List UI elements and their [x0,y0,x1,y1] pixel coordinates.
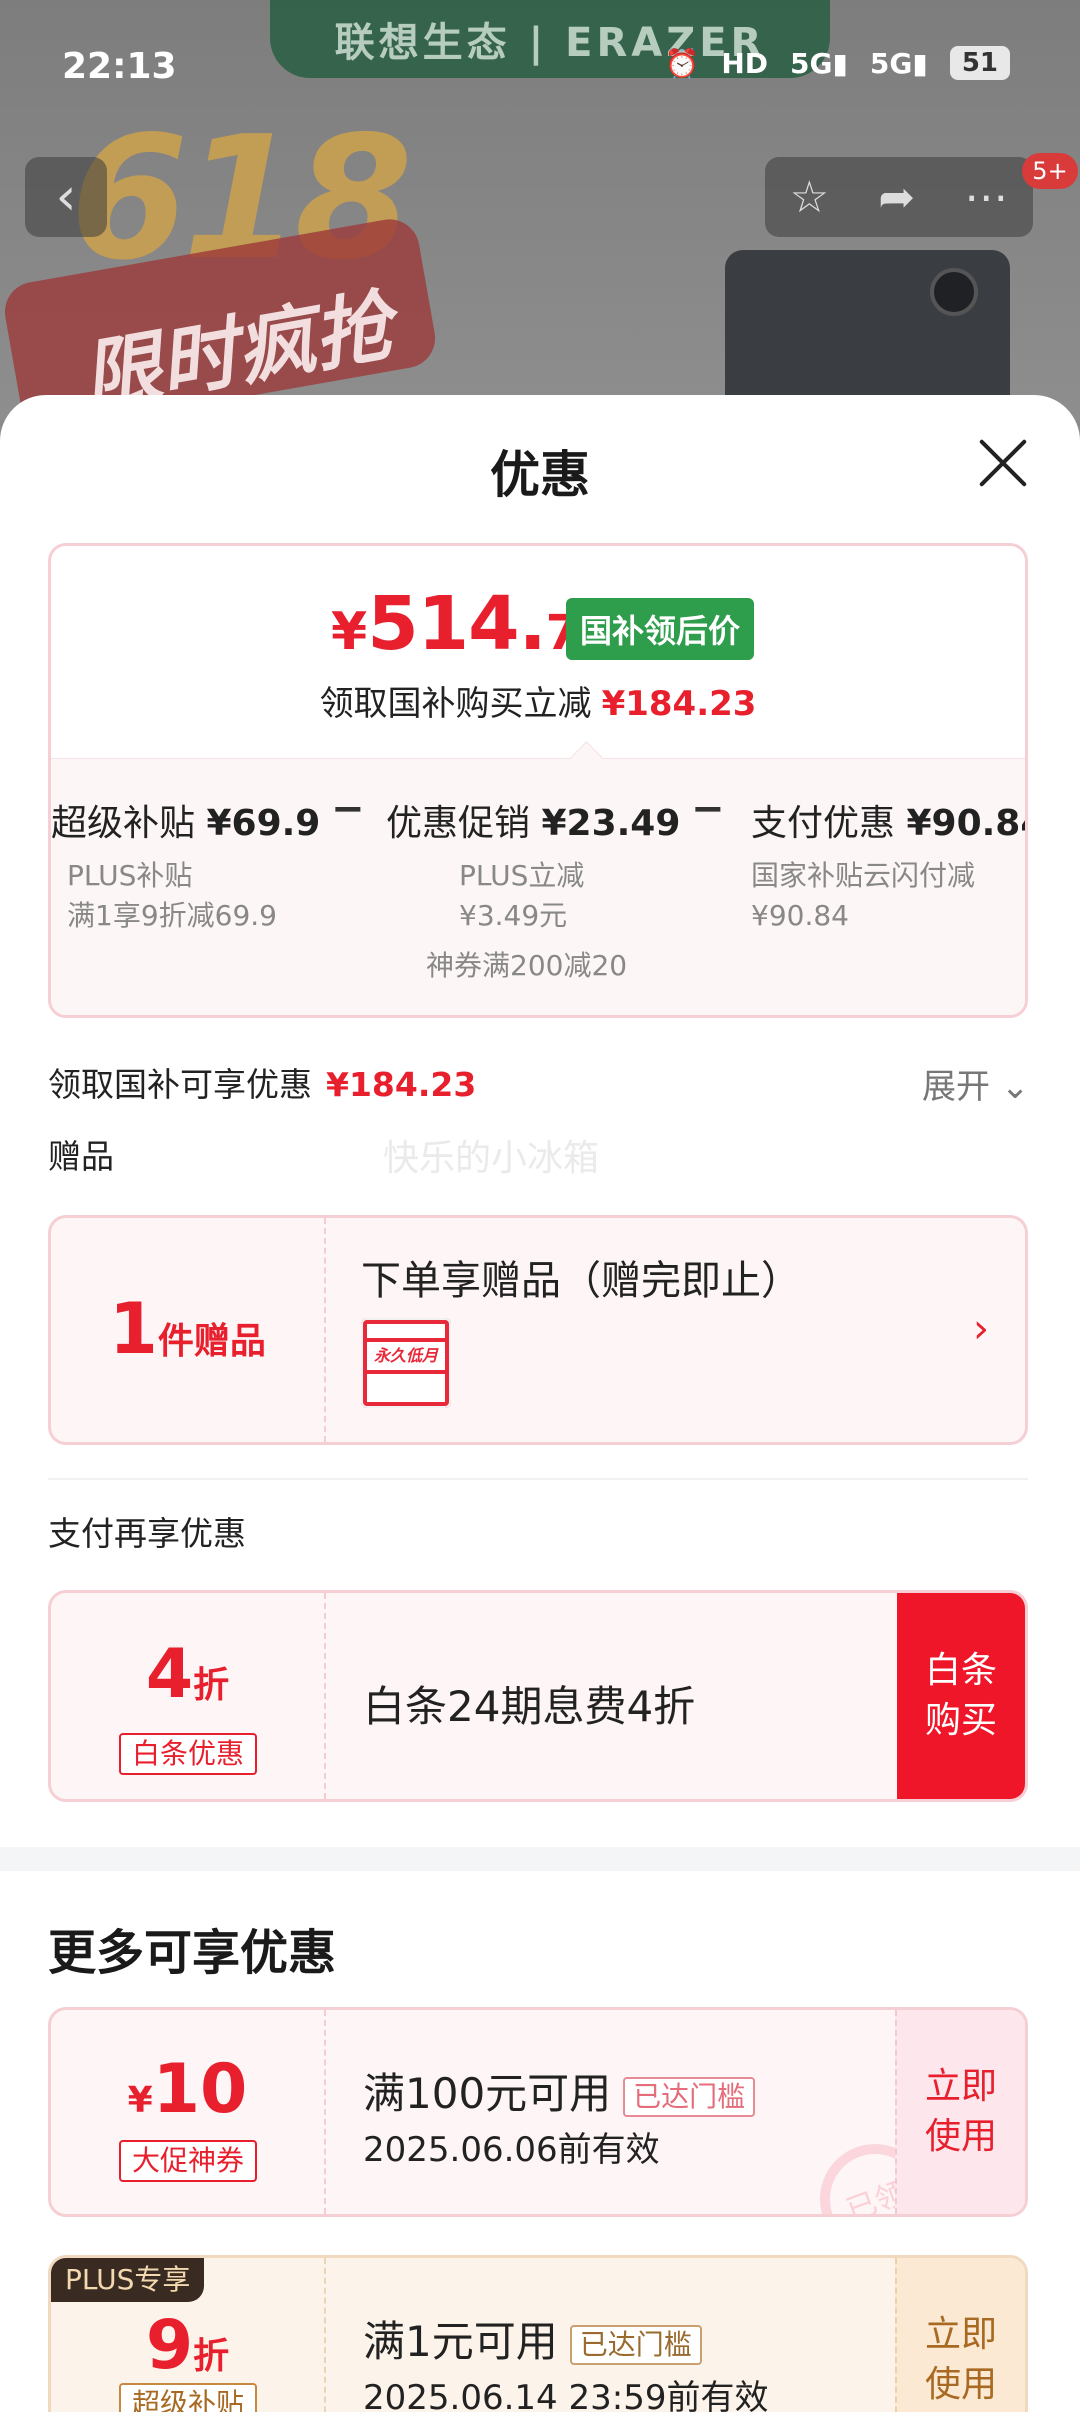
sub-unionpay: 国家补贴云闪付减 [751,859,976,892]
threshold-badge: 已达门槛 [569,2324,702,2365]
baitiao-desc: 白条24期息费4折 [363,1682,696,1731]
chevron-down-icon: ⌄ [1000,1067,1030,1107]
sub-coupon: 神券满200减20 [426,949,628,982]
more-offers-title: 更多可享优惠 [48,1925,337,1981]
minus-sign: − [331,786,365,832]
threshold-badge: 已达门槛 [623,2076,756,2117]
divider [48,1478,1028,1480]
star-icon[interactable]: ☆ [790,172,829,223]
status-icons: ⏰ HD 5G▮ 5G▮ 51 [664,46,1010,80]
coupon-card: ¥10 大促神券 满100元可用 已达门槛 2025.06.06前有效 已领 立即… [48,2007,1028,2217]
status-bar: 22:13 ⏰ HD 5G▮ 5G▮ 51 [0,0,1080,140]
gift-thumbnail: 永久低月租 [361,1318,451,1408]
signal-icon: 5G▮ [790,46,848,80]
signal-icon-2: 5G▮ [869,46,928,80]
gift-card[interactable]: 1件赠品 下单享赠品（赠完即止） 永久低月租 › [48,1215,1028,1445]
use-now-button[interactable]: 立即 使用 [895,2010,1025,2214]
coupon-value: ¥10 [127,2050,248,2129]
breakdown-payment: 支付优惠 ¥90.84 [751,803,1025,844]
share-icon[interactable]: ➦ [878,172,915,223]
plus-coupon-tag: 超级补贴 [119,2383,257,2412]
breakdown-promotion: 优惠促销 ¥23.49 [386,803,681,844]
watermark: 快乐的小冰箱 [383,1138,600,1179]
close-icon[interactable] [975,435,1031,491]
chevron-right-icon: › [973,1306,989,1352]
expand-button[interactable]: 展开 ⌄ [922,1059,1029,1108]
price-summary-card: ¥ 514. 77 国补领后价 领取国补购买立减¥184.23 超级补贴 ¥69… [48,543,1028,1018]
sub-plus-reduce: PLUS立减 [459,859,585,892]
baitiao-card: 4折 白条优惠 白条24期息费4折 白条 购买 [48,1590,1028,1802]
message-badge: 5+ [1022,153,1078,189]
plus-coupon-card: PLUS专享 9折 超级补贴 满1元可用 已达门槛 2025.06.14 23:5… [48,2255,1028,2412]
plus-coupon-condition: 满1元可用 已达门槛 [363,2308,702,2369]
gift-count: 1件赠品 [109,1288,266,1370]
subsidy-price-tag: 国补领后价 [566,598,755,660]
alarm-icon: ⏰ [664,46,700,80]
breakdown-super-subsidy: 超级补贴 ¥69.9 [51,803,321,844]
coupon-expiry: 2025.06.06前有效 [363,2130,660,2170]
gifts-label: 赠品 [48,1137,114,1176]
camera-icon [930,268,978,316]
sub-plus-reduce-amount: ¥3.49元 [459,899,568,932]
back-button[interactable]: ‹ [25,157,107,237]
gift-title: 下单享赠品（赠完即止） [361,1258,801,1304]
discount-sheet: 优惠 ¥ 514. 77 国补领后价 领取国补购买立减¥184.23 超级补贴 … [0,395,1080,2412]
minus-sign: − [691,786,725,832]
top-actions: ☆ ➦ ⋯ [765,157,1033,237]
sub-unionpay-amount: ¥90.84 [751,899,849,932]
coupon-tag: 大促神券 [119,2140,257,2182]
pay-offer-label: 支付再享优惠 [48,1514,246,1553]
battery-icon: 51 [949,46,1010,80]
coupon-condition: 满100元可用 已达门槛 [363,2060,756,2121]
gov-subsidy-row: 领取国补可享优惠 ¥184.23 [48,1065,477,1104]
more-icon[interactable]: ⋯ [964,172,1008,223]
chevron-left-icon: ‹ [55,167,77,227]
hd-icon: HD [721,46,769,80]
status-time: 22:13 [62,46,177,87]
reduce-line: 领取国补购买立减 ¥184.23 [319,684,757,724]
baitiao-tag: 白条优惠 [119,1733,257,1775]
plus-badge: PLUS专享 [51,2258,205,2302]
plus-coupon-value: 9折 [145,2306,230,2385]
sub-plus-subsidy: PLUS补贴 [67,859,193,892]
baitiao-buy-button[interactable]: 白条 购买 [897,1593,1025,1799]
sheet-title: 优惠 [490,446,590,504]
section-separator [0,1847,1080,1871]
baitiao-discount: 4折 [145,1635,230,1714]
plus-coupon-expiry: 2025.06.14 23:59前有效 [363,2378,769,2412]
use-now-button[interactable]: 立即 使用 [895,2258,1025,2412]
sub-plus-subsidy-detail: 满1享9折减69.9 [67,899,277,932]
